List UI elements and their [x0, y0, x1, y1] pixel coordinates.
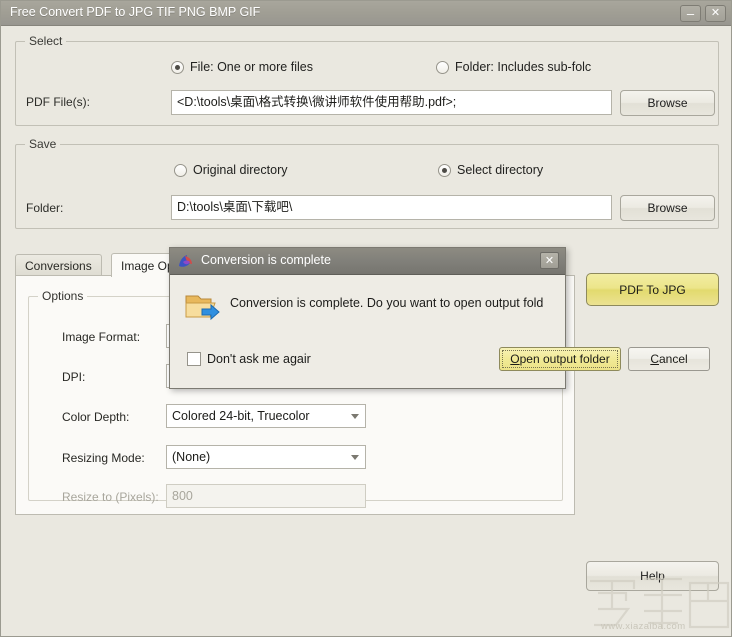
pdf-files-input[interactable]: <D:\tools\桌面\格式转换\微讲师软件使用帮助.pdf>; [171, 90, 612, 115]
color-depth-combo[interactable]: Colored 24-bit, Truecolor [166, 404, 366, 428]
cancel-label: Cancel [650, 352, 687, 366]
radio-folder-indicator [436, 60, 449, 74]
color-depth-value: Colored 24-bit, Truecolor [172, 409, 310, 423]
radio-select-directory[interactable]: Select directory [438, 163, 543, 177]
help-button[interactable]: Help [586, 561, 719, 591]
radio-select-directory-label: Select directory [457, 163, 544, 177]
resize-pixels-label: Resize to (Pixels): [62, 490, 159, 504]
cancel-button[interactable]: Cancel [628, 347, 710, 371]
dont-ask-label: Don't ask me agair [207, 352, 311, 366]
radio-original-directory-indicator [174, 163, 187, 177]
select-group: Select File: One or more files Folder: I… [15, 34, 719, 126]
dialog-titlebar: Conversion is complete ✕ [170, 248, 565, 275]
select-group-title: Select [25, 34, 67, 48]
close-icon: ✕ [710, 7, 721, 19]
dpi-label: DPI: [62, 370, 86, 384]
radio-original-directory-label: Original directory [193, 163, 288, 177]
radio-file-indicator [171, 60, 184, 74]
cancel-accel: C [650, 352, 659, 366]
color-depth-label: Color Depth: [62, 410, 130, 424]
conversion-complete-dialog: Conversion is complete ✕ Conversion is c… [169, 247, 710, 389]
image-format-label: Image Format: [62, 330, 141, 344]
cancel-rest: ancel [658, 352, 688, 366]
close-button[interactable]: ✕ [705, 5, 726, 22]
minimize-button[interactable]: – [680, 5, 701, 22]
pdf-files-label: PDF File(s): [26, 95, 90, 109]
minimize-icon: – [686, 6, 695, 21]
open-folder-arrow-icon [185, 295, 220, 321]
chevron-down-icon [351, 414, 359, 419]
radio-file[interactable]: File: One or more files [171, 60, 313, 74]
open-output-folder-rest: pen output folder [519, 352, 610, 366]
dialog-message: Conversion is complete. Do you want to o… [230, 296, 544, 310]
dialog-close-button[interactable]: ✕ [540, 252, 559, 269]
tab-conversions[interactable]: Conversions [15, 254, 102, 276]
chevron-down-icon [351, 455, 359, 460]
options-group-title: Options [38, 289, 88, 303]
open-output-folder-label: Open output folder [502, 350, 618, 368]
folder-label: Folder: [26, 201, 64, 215]
save-group-title: Save [25, 137, 61, 151]
folder-input[interactable]: D:\tools\桌面\下载吧\ [171, 195, 612, 220]
save-group: Save Original directory Select directory… [15, 137, 719, 229]
resizing-mode-value: (None) [172, 450, 211, 464]
dialog-title: Conversion is complete [201, 253, 331, 267]
window-titlebar: Free Convert PDF to JPG TIF PNG BMP GIF … [1, 1, 731, 26]
resizing-mode-combo[interactable]: (None) [166, 445, 366, 469]
radio-select-directory-indicator [438, 163, 451, 177]
resizing-mode-label: Resizing Mode: [62, 451, 145, 465]
dont-ask-checkbox-indicator [187, 352, 201, 366]
radio-folder-label: Folder: Includes sub-folc [455, 60, 592, 74]
browse-files-button[interactable]: Browse [620, 90, 715, 116]
radio-folder[interactable]: Folder: Includes sub-folc [436, 60, 591, 74]
pdf-to-jpg-button[interactable]: PDF To JPG [586, 273, 719, 306]
application-window: Free Convert PDF to JPG TIF PNG BMP GIF … [0, 0, 732, 637]
open-output-folder-accel: O [510, 352, 520, 366]
dont-ask-checkbox[interactable]: Don't ask me agair [187, 352, 311, 366]
open-output-folder-button[interactable]: Open output folder [499, 347, 621, 371]
watermark-url: www.xiazaiba.com [601, 621, 686, 632]
app-logo-icon [179, 255, 192, 267]
resize-pixels-input[interactable]: 800 [166, 484, 366, 508]
radio-original-directory[interactable]: Original directory [174, 163, 287, 177]
radio-file-label: File: One or more files [190, 60, 313, 74]
window-title: Free Convert PDF to JPG TIF PNG BMP GIF [10, 5, 261, 19]
browse-folder-button[interactable]: Browse [620, 195, 715, 221]
